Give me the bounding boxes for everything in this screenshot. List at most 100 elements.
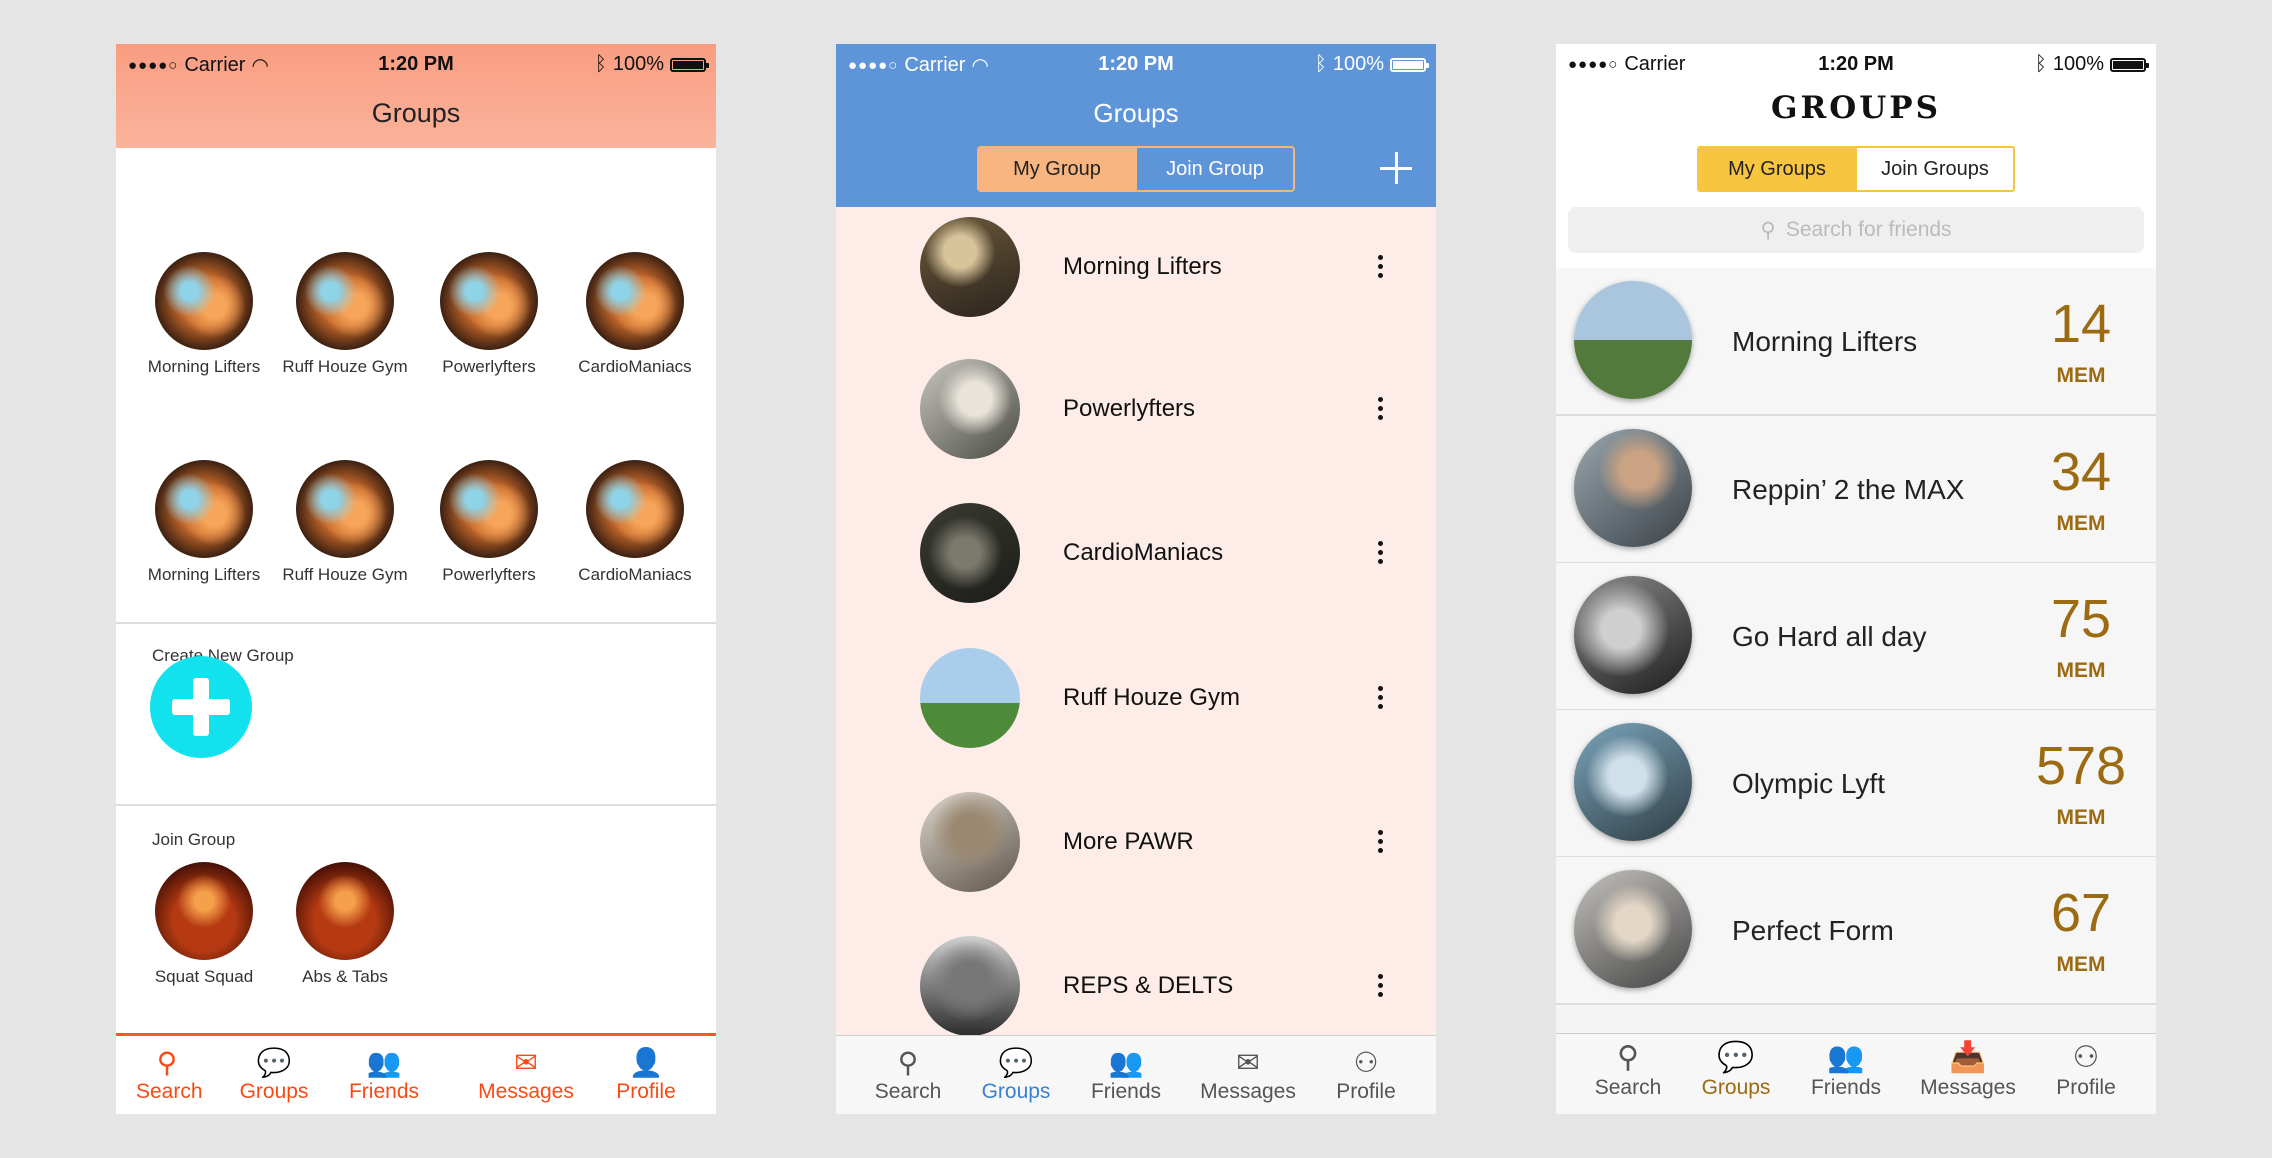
group-name: Powerlyfters <box>442 357 536 376</box>
group-avatar <box>296 460 394 558</box>
list-item[interactable]: Go Hard all day 75 MEM <box>1556 563 2156 711</box>
tab-groups[interactable]: 💬 Groups <box>1698 1040 1774 1100</box>
list-item[interactable]: REPS & DELTS <box>836 936 1436 1036</box>
tab-label: Messages <box>1920 1076 2016 1099</box>
divider <box>116 622 716 624</box>
tab-profile[interactable]: 👤 Profile <box>612 1046 680 1104</box>
member-count: 75 <box>2050 589 2112 649</box>
tab-profile[interactable]: ⚇ Profile <box>1334 1046 1398 1104</box>
group-name: Ruff Houze Gym <box>282 565 408 584</box>
group-name: Ruff Houze Gym <box>282 357 408 376</box>
list-item[interactable]: Morning Lifters 14 MEM <box>1556 268 2156 416</box>
list-item[interactable]: CardioManiacs <box>836 503 1436 603</box>
envelope-icon: ✉ <box>1236 1047 1260 1078</box>
list-item[interactable]: More PAWR <box>836 792 1436 892</box>
page-title: Groups <box>1093 98 1179 128</box>
page-title: GROUPS <box>1771 90 1941 126</box>
group-name: Morning Lifters <box>147 565 261 584</box>
tab-groups[interactable]: 💬 Groups <box>978 1046 1054 1104</box>
segment-my-groups[interactable]: My Groups <box>1699 148 1855 190</box>
more-options-icon[interactable] <box>1378 397 1384 424</box>
group-photo <box>1574 723 1692 841</box>
tab-search[interactable]: ⚲ Search <box>1594 1040 1662 1100</box>
group-photo <box>1574 576 1692 694</box>
tab-friends[interactable]: 👥 Friends <box>1088 1046 1164 1104</box>
tab-friends[interactable]: 👥 Friends <box>346 1046 422 1104</box>
tab-label: Groups <box>1701 1076 1771 1099</box>
segment-join-group[interactable]: Join Group <box>1135 148 1293 190</box>
group-photo <box>920 503 1020 603</box>
group-tile[interactable]: Ruff Houze Gym <box>270 252 420 377</box>
group-tile[interactable]: Ruff Houze Gym <box>270 460 420 585</box>
more-options-icon[interactable] <box>1378 541 1384 568</box>
segment-my-group[interactable]: My Group <box>979 148 1135 190</box>
battery-label: 100% <box>612 53 664 75</box>
battery-label: 100% <box>2052 53 2104 75</box>
tab-profile[interactable]: ⚇ Profile <box>2054 1040 2118 1100</box>
tab-label: Groups <box>239 1080 309 1103</box>
people-icon: 👥 <box>366 1047 402 1078</box>
tab-groups[interactable]: 💬 Groups <box>236 1046 312 1104</box>
group-name: Olympic Lyft <box>1732 768 1885 799</box>
join-group-tile[interactable]: Abs & Tabs <box>270 862 420 987</box>
list-item[interactable]: Reppin’ 2 the MAX 34 MEM <box>1556 416 2156 564</box>
tab-search[interactable]: ⚲ Search <box>136 1046 203 1104</box>
join-group-tile[interactable]: Squat Squad <box>129 862 279 987</box>
search-icon: ⚲ <box>897 1047 919 1078</box>
member-count: 67 <box>2050 883 2112 943</box>
list-item[interactable]: Perfect Form 67 MEM <box>1556 857 2156 1005</box>
tab-messages[interactable]: ✉ Messages <box>476 1046 576 1104</box>
people-icon: 👥 <box>1827 1041 1865 1074</box>
list-item[interactable]: Olympic Lyft 578 MEM <box>1556 710 2156 858</box>
more-options-icon[interactable] <box>1378 686 1384 713</box>
group-avatar <box>155 862 253 960</box>
group-avatar <box>296 862 394 960</box>
envelope-icon: ✉ <box>514 1047 538 1078</box>
tab-search[interactable]: ⚲ Search <box>874 1046 942 1104</box>
person-icon: ⚇ <box>2072 1041 2100 1074</box>
chat-bubbles-icon: 💬 <box>998 1047 1034 1078</box>
tab-label: Friends <box>1810 1076 1882 1099</box>
more-options-icon[interactable] <box>1378 255 1384 282</box>
tab-label: Search <box>136 1080 203 1103</box>
group-name: CardioManiacs <box>578 357 692 376</box>
list-item[interactable]: Powerlyfters <box>836 359 1436 459</box>
group-tile[interactable]: Morning Lifters <box>129 252 279 377</box>
group-photo <box>920 217 1020 317</box>
chat-bubbles-icon: 💬 <box>256 1047 292 1078</box>
more-options-icon[interactable] <box>1378 830 1384 857</box>
battery-icon <box>1390 57 1429 72</box>
phone-screen-blue: ●●●●○ Carrier ◠ 1:20 PM ᛒ 100% Groups My Gr… <box>836 44 1436 1114</box>
group-name: Morning Lifters <box>147 357 261 376</box>
status-bar: ●●●●○ Carrier 1:20 PM ᛒ 100% <box>1556 44 2156 84</box>
list-item[interactable]: Ruff Houze Gym <box>836 648 1436 748</box>
more-options-icon[interactable] <box>1378 974 1384 1001</box>
search-input[interactable]: ⚲ Search for friends <box>1568 207 2144 253</box>
battery-icon <box>670 57 709 72</box>
group-photo <box>1574 281 1692 399</box>
group-name: CardioManiacs <box>1063 539 1224 566</box>
group-name: Morning Lifters <box>1732 326 1918 357</box>
search-placeholder: Search for friends <box>1785 218 1952 241</box>
group-tile[interactable]: CardioManiacs <box>560 460 710 585</box>
group-tile[interactable]: Morning Lifters <box>129 460 279 585</box>
battery-label: 100% <box>1332 53 1384 75</box>
create-group-button[interactable] <box>150 656 252 758</box>
tab-messages[interactable]: ✉ Messages <box>1198 1046 1298 1104</box>
tab-bar: ⚲ Search 💬 Groups 👥 Friends ✉ Messages 👤 Prof… <box>116 1033 716 1114</box>
segment-join-groups[interactable]: Join Groups <box>1855 148 2013 190</box>
add-group-button[interactable] <box>1380 152 1412 184</box>
group-avatar <box>586 460 684 558</box>
group-photo <box>920 792 1020 892</box>
group-tile[interactable]: Powerlyfters <box>414 460 564 585</box>
group-tile[interactable]: Powerlyfters <box>414 252 564 377</box>
tab-messages[interactable]: 📥 Messages <box>1918 1040 2018 1100</box>
group-name: Powerlyfters <box>1063 395 1196 422</box>
group-avatar <box>155 252 253 350</box>
tab-label: Profile <box>1336 1080 1396 1103</box>
people-icon: 👥 <box>1108 1047 1144 1078</box>
tab-bar: ⚲ Search 💬 Groups 👥 Friends 📥 Messages ⚇ Prof… <box>1556 1033 2156 1114</box>
tab-friends[interactable]: 👥 Friends <box>1808 1040 1884 1100</box>
group-tile[interactable]: CardioManiacs <box>560 252 710 377</box>
list-item[interactable]: Morning Lifters <box>836 217 1436 317</box>
